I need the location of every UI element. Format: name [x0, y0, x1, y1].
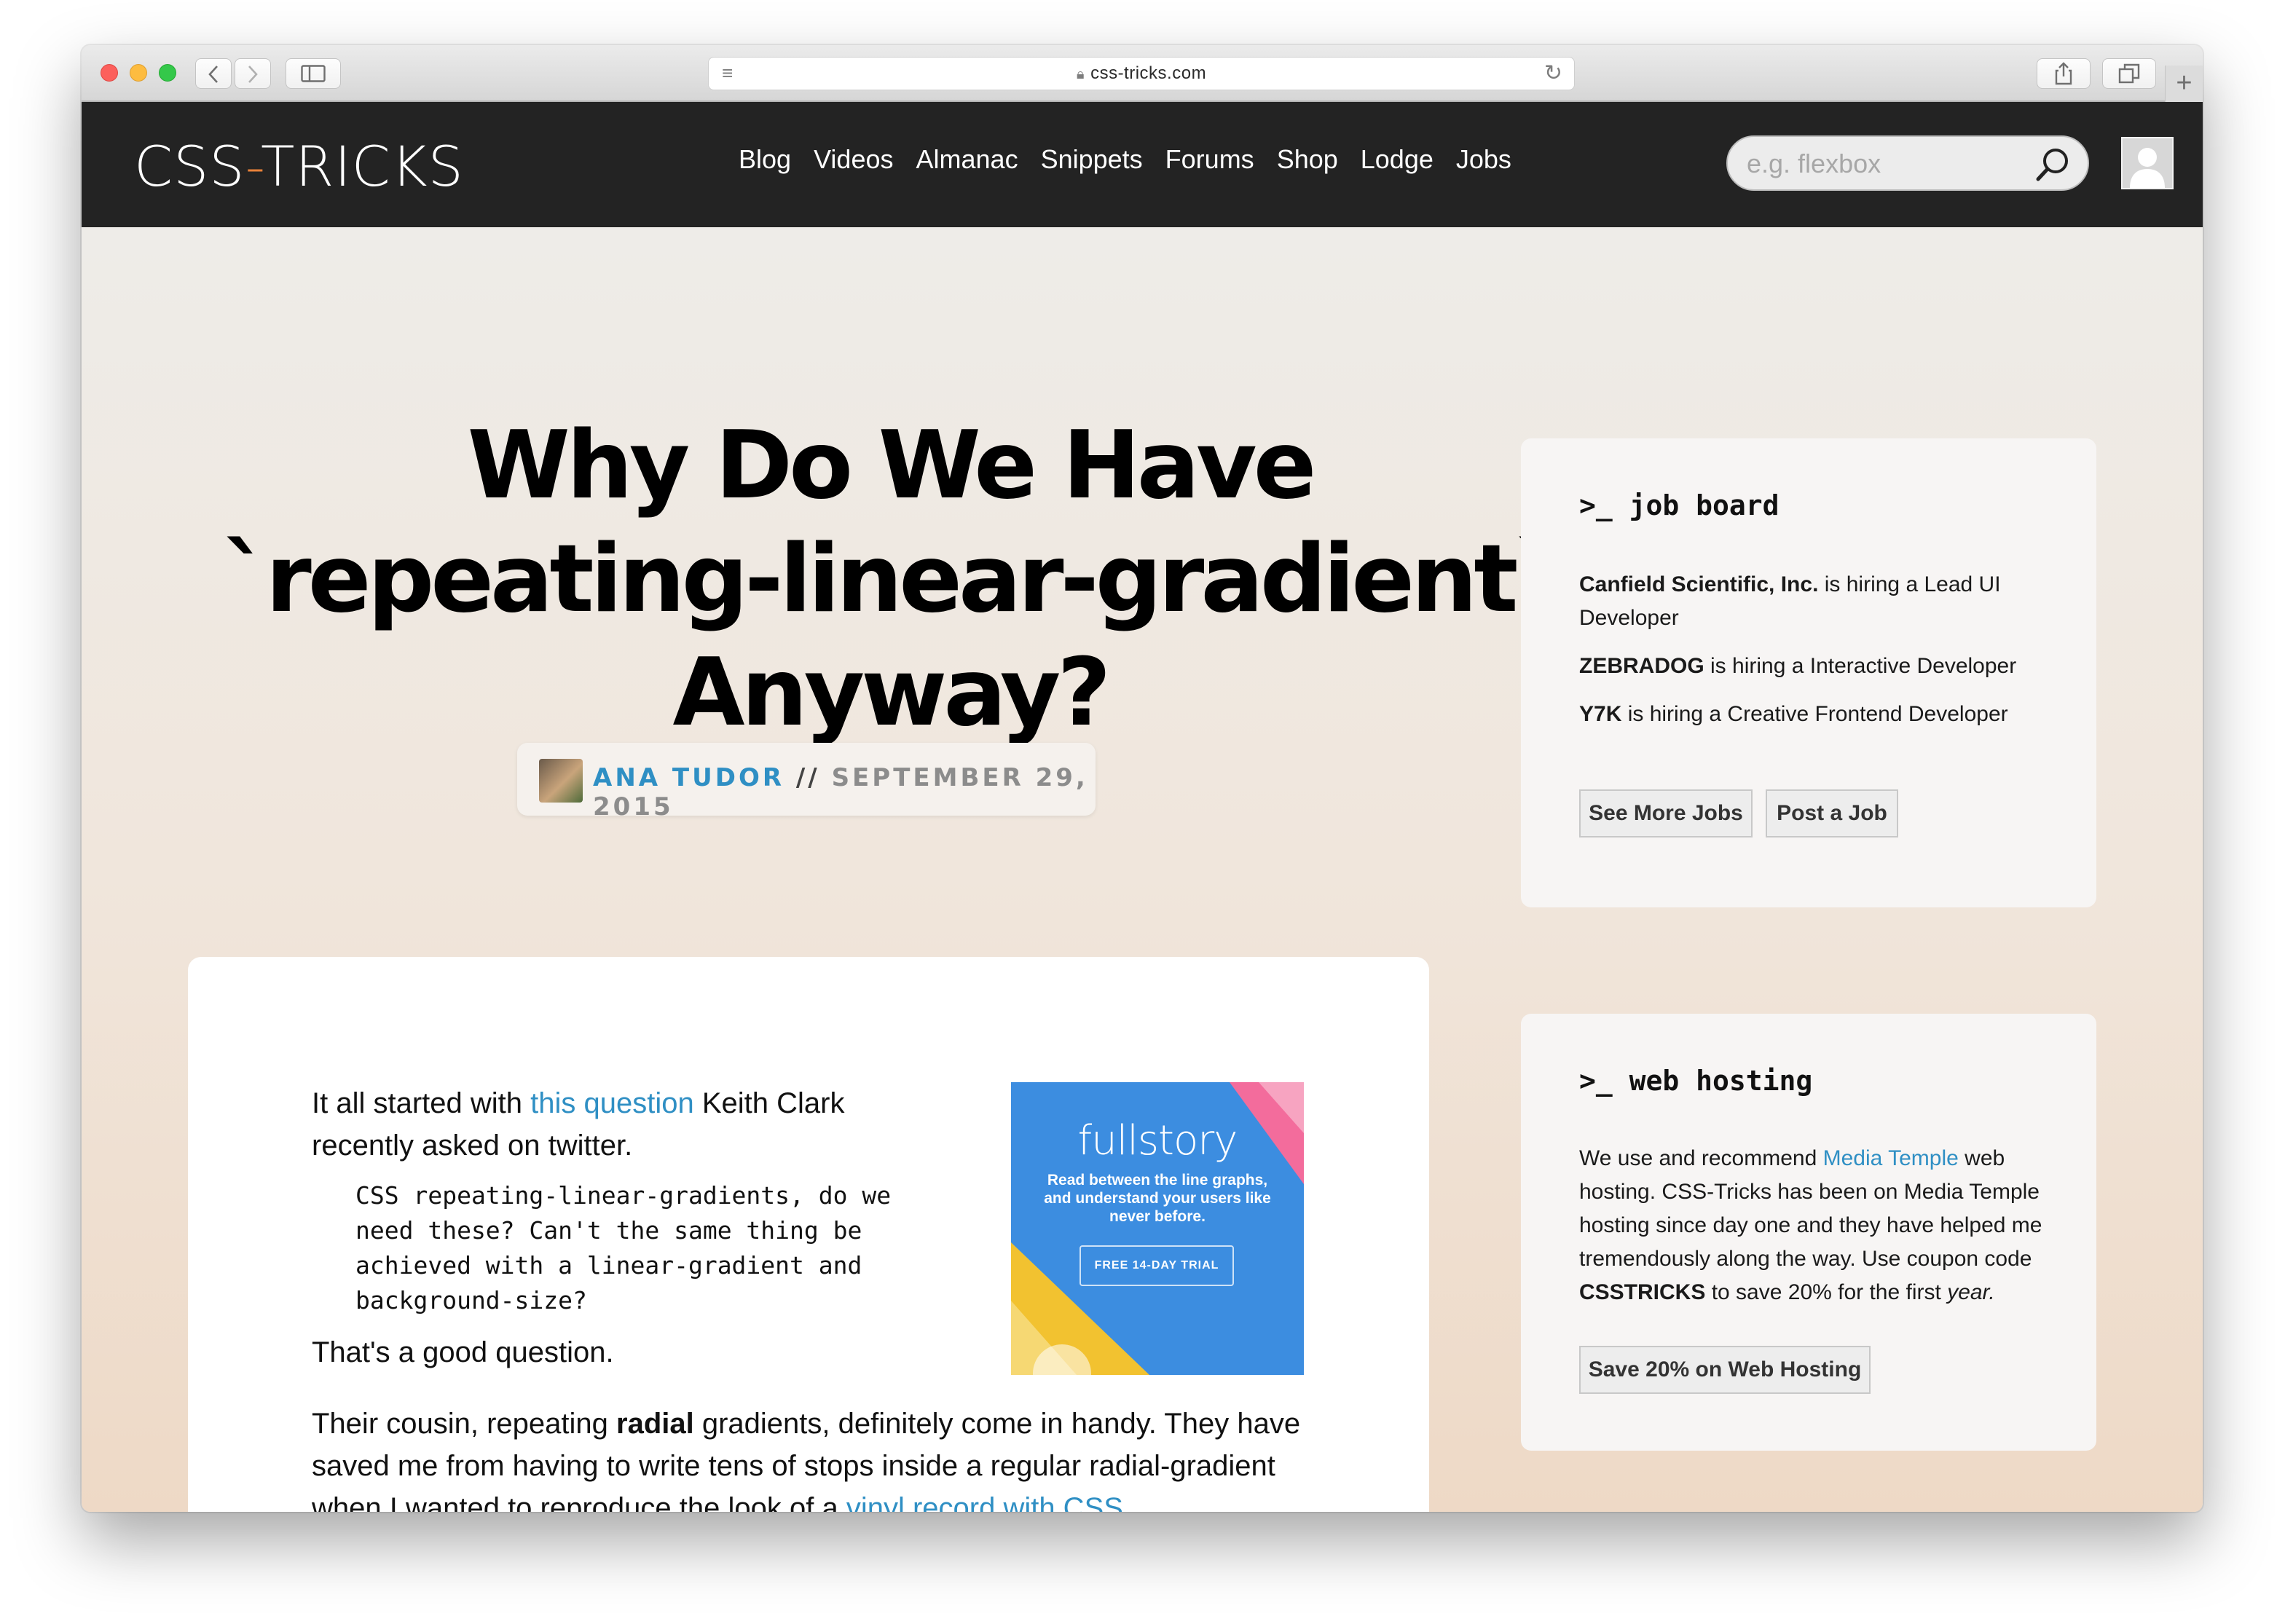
user-icon: [2130, 148, 2165, 188]
show-tabs-button[interactable]: [2102, 58, 2156, 89]
byline-text: ANA TUDOR // SEPTEMBER 29, 2015: [593, 763, 1096, 821]
sidebar-toggle-button[interactable]: [286, 58, 341, 89]
browser-toolbar: ≡ 🔒︎ css-tricks.com ↻ +: [82, 45, 2203, 103]
hosting-text: We use and recommend Media Temple web ho…: [1579, 1142, 2045, 1309]
page-content: Why Do We Have `repeating-linear-gradien…: [82, 227, 2203, 1512]
job-item[interactable]: Y7K is hiring a Creative Frontend Develo…: [1579, 698, 2031, 731]
nav-blog[interactable]: Blog: [739, 144, 791, 175]
ad-brand: fullstory: [1077, 1117, 1238, 1164]
title-line-3: Anyway?: [672, 639, 1112, 747]
article-byline: ANA TUDOR // SEPTEMBER 29, 2015: [517, 743, 1096, 821]
byline-separator: //: [795, 763, 820, 792]
back-button[interactable]: [195, 58, 232, 89]
close-window-button[interactable]: [101, 64, 118, 82]
job-item[interactable]: Canfield Scientific, Inc. is hiring a Le…: [1579, 568, 2031, 635]
logo-dash: -: [245, 134, 261, 199]
address-bar[interactable]: ≡ 🔒︎ css-tricks.com ↻: [708, 57, 1575, 90]
title-line-1: Why Do We Have: [467, 411, 1317, 520]
logo-text-left: CSS: [134, 134, 245, 199]
p3-bold: radial: [616, 1408, 694, 1440]
sponsor-ad[interactable]: fullstory Read between the line graphs, …: [1011, 1082, 1304, 1375]
sidebar-icon: [301, 65, 326, 82]
hosting-text-a: We use and recommend: [1579, 1146, 1823, 1170]
see-more-jobs-button[interactable]: See More Jobs: [1579, 789, 1753, 837]
job-item[interactable]: ZEBRADOG is hiring a Interactive Develop…: [1579, 650, 2031, 683]
reload-icon[interactable]: ↻: [1544, 60, 1562, 86]
twitter-quote: CSS repeating-linear-gradients, do we ne…: [355, 1181, 892, 1314]
lock-icon: 🔒︎: [1076, 66, 1085, 82]
minimize-window-button[interactable]: [130, 64, 147, 82]
job-board-widget: >_ job board Canfield Scientific, Inc. i…: [1521, 438, 2096, 907]
article-body-card: It all started with this question Keith …: [188, 957, 1429, 1512]
address-text: 🔒︎ css-tricks.com: [709, 63, 1574, 84]
site-search: [1726, 135, 2089, 191]
p3-text-c: .: [1122, 1492, 1132, 1512]
job-list: Canfield Scientific, Inc. is hiring a Le…: [1579, 568, 2031, 746]
ad-cta-button[interactable]: FREE 14-DAY TRIAL: [1079, 1245, 1234, 1286]
job-company: Canfield Scientific, Inc.: [1579, 572, 1819, 596]
nav-videos[interactable]: Videos: [814, 144, 893, 175]
zoom-window-button[interactable]: [159, 64, 176, 82]
tabs-icon: [2118, 63, 2140, 84]
author-link[interactable]: ANA TUDOR: [593, 763, 784, 792]
vinyl-record-link[interactable]: vinyl record with CSS: [846, 1492, 1123, 1512]
web-hosting-title: >_ web hosting: [1579, 1065, 1813, 1097]
url-text: css-tricks.com: [1090, 63, 1207, 83]
job-text: is hiring a Creative Frontend Developer: [1621, 702, 2008, 726]
job-company: Y7K: [1579, 702, 1622, 726]
nav-jobs[interactable]: Jobs: [1456, 144, 1511, 175]
nav-lodge[interactable]: Lodge: [1361, 144, 1434, 175]
share-button[interactable]: [2037, 58, 2091, 89]
media-temple-link[interactable]: Media Temple: [1823, 1146, 1959, 1170]
job-company: ZEBRADOG: [1579, 654, 1704, 678]
search-input[interactable]: [1747, 147, 2038, 181]
save-on-hosting-button[interactable]: Save 20% on Web Hosting: [1579, 1346, 1871, 1394]
search-icon[interactable]: [2034, 146, 2072, 184]
p1-text-a: It all started with: [312, 1087, 531, 1119]
chevron-left-icon: [208, 66, 218, 83]
logo-text-right: TRICKS: [261, 134, 464, 199]
browser-window: ≡ 🔒︎ css-tricks.com ↻ + CSS-TRICKS Blog V…: [82, 45, 2203, 1512]
web-hosting-widget: >_ web hosting We use and recommend Medi…: [1521, 1014, 2096, 1451]
user-avatar-button[interactable]: [2121, 137, 2174, 189]
share-icon: [2055, 62, 2072, 85]
nav-almanac[interactable]: Almanac: [916, 144, 1018, 175]
new-tab-button[interactable]: +: [2165, 66, 2203, 103]
author-avatar[interactable]: [539, 759, 583, 803]
hosting-text-c: to save 20% for the first: [1705, 1280, 1948, 1304]
job-board-title: >_ job board: [1579, 489, 1779, 521]
p3-text-a: Their cousin, repeating: [312, 1408, 617, 1440]
nav-shop[interactable]: Shop: [1277, 144, 1338, 175]
article-title: Why Do We Have `repeating-linear-gradien…: [198, 409, 1582, 750]
post-a-job-button[interactable]: Post a Job: [1766, 789, 1898, 837]
main-nav: Blog Videos Almanac Snippets Forums Shop…: [739, 144, 1534, 175]
nav-snippets[interactable]: Snippets: [1041, 144, 1143, 175]
coupon-code: CSSTRICKS: [1579, 1280, 1706, 1304]
paragraph-3: Their cousin, repeating radial gradients…: [312, 1403, 1311, 1512]
nav-forums[interactable]: Forums: [1165, 144, 1254, 175]
site-logo[interactable]: CSS-TRICKS: [134, 134, 464, 199]
ad-copy: Read between the line graphs, and unders…: [1044, 1172, 1271, 1225]
forward-button[interactable]: [235, 58, 271, 89]
paragraph-1: It all started with this question Keith …: [312, 1082, 938, 1167]
job-text: is hiring a Interactive Developer: [1704, 654, 2017, 678]
chevron-right-icon: [248, 66, 258, 83]
this-question-link[interactable]: this question: [530, 1087, 694, 1119]
title-line-2: `repeating-linear-gradient`: [222, 525, 1562, 634]
site-header: CSS-TRICKS Blog Videos Almanac Snippets …: [82, 102, 2203, 227]
hosting-text-em: year.: [1947, 1280, 1995, 1304]
